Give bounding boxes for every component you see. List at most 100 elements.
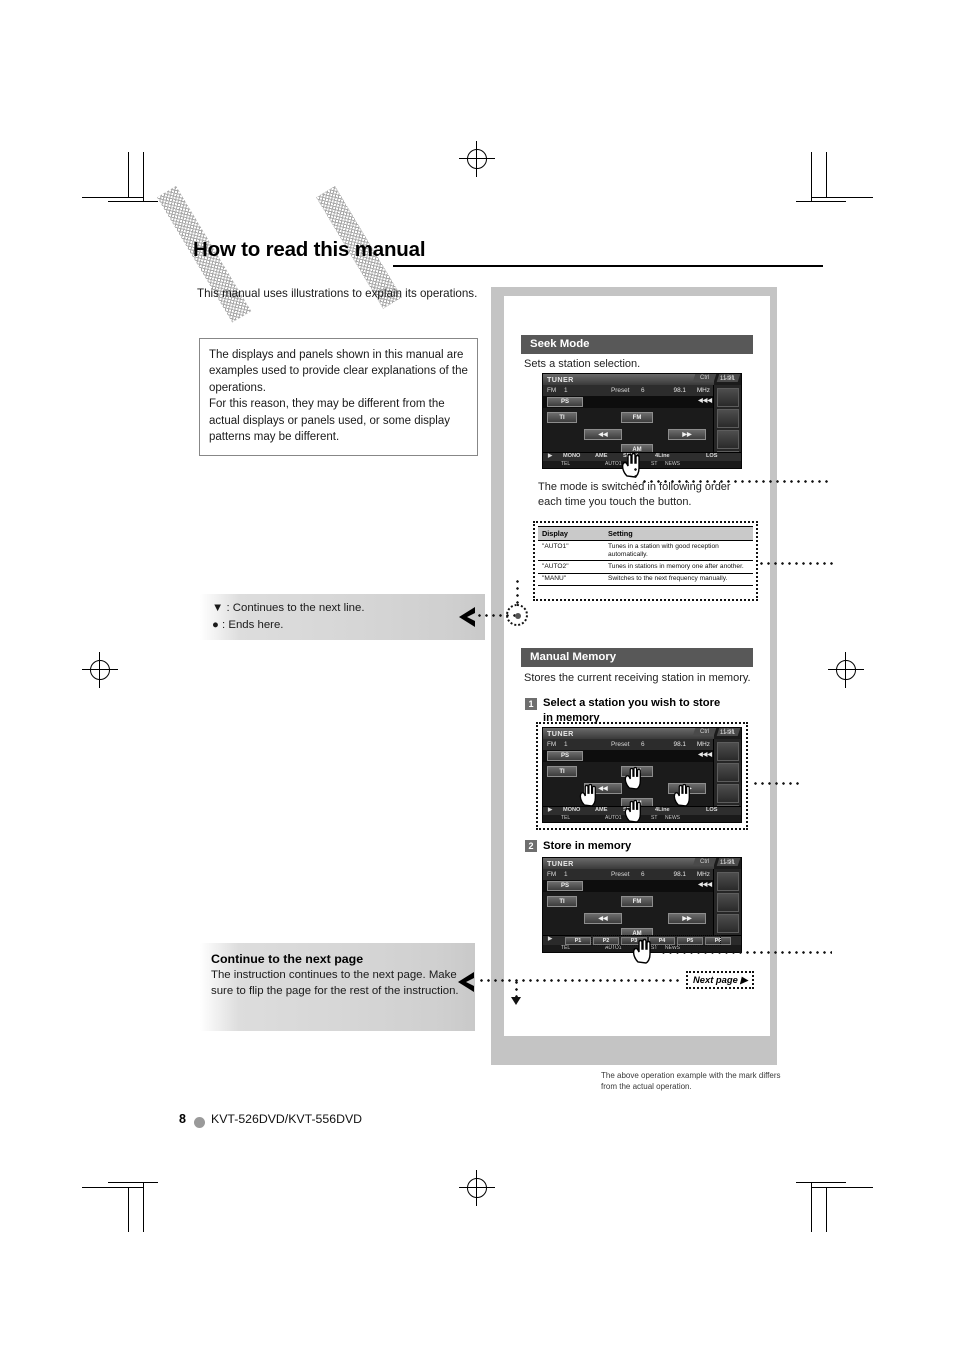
lcd-status-mono: MONO — [563, 807, 581, 813]
lcd-ps-button[interactable]: PS — [547, 751, 583, 761]
lcd-next-button[interactable]: ▶▶ — [668, 429, 706, 440]
table-cell-display-auto2: "AUTO2" — [538, 560, 604, 574]
lcd-status-4line: 4Line — [655, 453, 670, 459]
footnote-text: The above operation example with the mar… — [601, 1071, 781, 1092]
crop-mark-tr-second-v — [826, 152, 828, 197]
table-row: "MANU" Switches to the next frequency ma… — [538, 573, 753, 586]
lcd-status-los: LOS — [706, 807, 718, 813]
lcd-side-button-1[interactable] — [717, 872, 739, 891]
step2-preset-highlight-frame — [591, 935, 721, 946]
lcd-status-4line: 4Line — [655, 807, 670, 813]
lcd-side-button-3[interactable] — [717, 430, 739, 449]
lcd-frequency-unit: MHz — [696, 871, 710, 878]
lcd-ti-button[interactable]: TI — [547, 412, 577, 423]
lcd-ti-button[interactable]: TI — [547, 896, 577, 907]
crop-mark-tl-second-v — [128, 152, 130, 197]
dotted-connector-step2-right — [660, 951, 832, 954]
lcd-info-row: FM 1 Preset 6 98.1 MHz — [543, 385, 714, 396]
lcd-scroll-marker: ◀◀◀ — [698, 398, 712, 404]
table-cell-setting-auto2: Tunes in stations in memory one after an… — [604, 560, 753, 574]
dotted-connector-legend-vertical — [516, 578, 519, 606]
dotted-connector-seek-horizontal — [641, 480, 831, 483]
lcd-ps-button[interactable]: PS — [547, 881, 583, 891]
lcd-tab-ctrl[interactable]: Ctrl — [693, 858, 717, 866]
lcd-side-button-2[interactable] — [717, 763, 739, 782]
crop-mark-tr-second-h — [811, 197, 873, 199]
manual-page: How to read this manual This manual uses… — [0, 0, 954, 1350]
lcd-status-ame: AME — [595, 807, 608, 813]
lcd-side-rail — [713, 385, 741, 468]
lcd-frequency: 98.1 — [673, 871, 686, 878]
legend-ends-line: ● : Ends here. — [212, 618, 284, 631]
lcd-preset-number: 6 — [641, 871, 645, 878]
lcd-prev-button[interactable]: ◀◀ — [584, 429, 622, 440]
seek-mode-body: The mode is switched in following order … — [538, 481, 731, 509]
lcd-info-row: FM 1 Preset 6 98.1 MHz — [543, 869, 714, 880]
lcd-side-button-2[interactable] — [717, 409, 739, 428]
lcd-side-rail — [713, 869, 741, 952]
intro-text: This manual uses illustrations to explai… — [197, 287, 478, 300]
lcd-ti-button[interactable]: TI — [547, 766, 577, 777]
lcd-status-play-icon: ▶ — [548, 936, 553, 942]
lcd-clock: 11:21 — [719, 375, 736, 382]
table-row: "AUTO2" Tunes in stations in memory one … — [538, 560, 753, 574]
folio-bullet-icon — [194, 1117, 205, 1128]
lcd-fm-button[interactable]: FM — [621, 412, 653, 423]
lcd-ps-button[interactable]: PS — [547, 397, 583, 407]
dotted-connector-next-page — [478, 979, 683, 982]
lcd-frequency: 98.1 — [673, 387, 686, 394]
lcd-preset-button-p1[interactable]: P1 — [565, 936, 591, 945]
table-header-setting: Setting — [604, 526, 753, 541]
lcd-side-button-3[interactable] — [717, 784, 739, 803]
next-page-label[interactable]: Next page ▶ — [689, 973, 752, 987]
lcd-tab-ctrl[interactable]: Ctrl — [693, 728, 717, 736]
lcd-tel-label: TEL — [561, 460, 571, 467]
registration-circle-bottom — [467, 1178, 487, 1198]
table-cell-display-manu: "MANU" — [538, 573, 604, 586]
page-title: How to read this manual — [193, 238, 426, 261]
lcd-status-bar: ▶ MONO AME SEEK 4Line LOS — [543, 452, 741, 461]
lcd-band: FM — [547, 871, 557, 878]
table-cell-setting-manu: Switches to the next frequency manually. — [604, 573, 753, 586]
lcd-preset-number: 6 — [641, 387, 645, 394]
lcd-frequency-unit: MHz — [696, 387, 710, 394]
lcd-side-button-3[interactable] — [717, 914, 739, 933]
lcd-frequency-unit: MHz — [696, 741, 710, 748]
lcd-status-play-icon: ▶ — [548, 453, 553, 459]
lcd-next-button[interactable]: ▶▶ — [668, 913, 706, 924]
lcd-tuner-screen-seek: TUNER Ctrl List 11:21 FM 1 Preset 6 98.1… — [542, 373, 742, 469]
registration-circle-right — [836, 660, 856, 680]
hand-pointer-am-icon — [623, 799, 643, 823]
lcd-preset-label: Preset — [611, 741, 630, 748]
lcd-band-number: 1 — [564, 741, 568, 748]
lcd-fm-button[interactable]: FM — [621, 896, 653, 907]
seek-mode-table: Display Setting "AUTO1" Tunes in a stati… — [538, 526, 753, 586]
crop-mark-bottom-right-v — [811, 1182, 813, 1232]
table-cell-setting-auto1: Tunes in a station with good reception a… — [604, 540, 753, 562]
legend-text: ▼ : Continues to the next line. ● : Ends… — [212, 600, 364, 634]
crop-mark-br-second-h — [811, 1187, 873, 1189]
registration-mark-right — [828, 652, 864, 688]
lcd-scroll-marker: ◀◀◀ — [698, 752, 712, 758]
lcd-clock: 11:21 — [719, 729, 736, 736]
lcd-tab-ctrl-label: Ctrl — [700, 859, 710, 865]
lcd-side-button-2[interactable] — [717, 893, 739, 912]
lcd-status-play-icon: ▶ — [548, 807, 553, 813]
lcd-status-mono: MONO — [563, 453, 581, 459]
lcd-tab-ctrl-label: Ctrl — [700, 375, 710, 381]
page-number: 8 — [179, 1112, 186, 1126]
lcd-sub-st: ST — [651, 460, 658, 467]
lcd-tab-ctrl[interactable]: Ctrl — [693, 374, 717, 382]
lcd-source-title: TUNER — [547, 729, 574, 738]
note-box: The displays and panels shown in this ma… — [199, 338, 478, 456]
lcd-side-button-1[interactable] — [717, 742, 739, 761]
seek-mode-subtitle: Sets a station selection. — [524, 358, 641, 370]
lcd-prev-button[interactable]: ◀◀ — [584, 913, 622, 924]
dotted-connector-step1-right — [752, 782, 800, 785]
hand-pointer-preset-icon — [631, 938, 653, 964]
lcd-side-button-1[interactable] — [717, 388, 739, 407]
manual-memory-subtitle: Stores the current receiving station in … — [524, 672, 751, 684]
title-rule — [393, 265, 823, 267]
table-header-display: Display — [538, 526, 604, 541]
lcd-sub-news: NEWS — [665, 814, 680, 821]
